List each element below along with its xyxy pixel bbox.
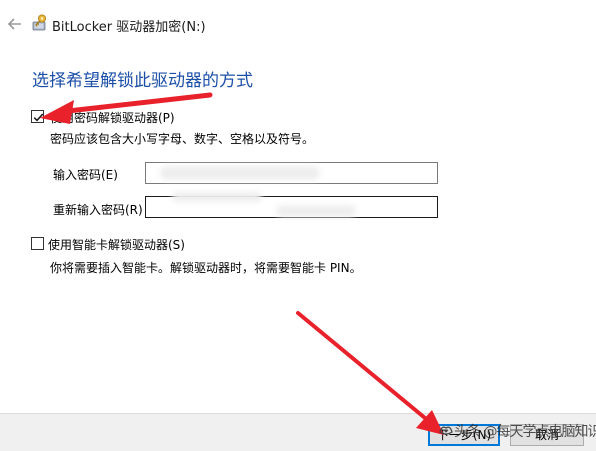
reenter-password-label: 重新输入密码(R) — [53, 203, 143, 217]
page-heading: 选择希望解锁此驱动器的方式 — [32, 71, 253, 91]
watermark: 头条 @每天学点电脑知识 — [438, 418, 596, 444]
bitlocker-key-icon — [32, 14, 46, 31]
title-bar: BitLocker 驱动器加密(N:) — [0, 0, 596, 44]
smartcard-description-text: 你将需要插入智能卡。解锁驱动器时，将需要智能卡 PIN。 — [50, 261, 362, 275]
privacy-blur — [160, 166, 320, 180]
window-title: BitLocker 驱动器加密(N:) — [52, 20, 206, 35]
watermark-text: 头条 @每天学点电脑知识 — [454, 424, 596, 440]
password-requirements-text: 密码应该包含大小写字母、数字、空格以及符号。 — [50, 132, 315, 146]
password-option-label[interactable]: 使用密码解锁驱动器(P) — [50, 109, 175, 126]
back-arrow-icon[interactable] — [6, 15, 24, 33]
password-checkbox[interactable] — [31, 110, 44, 123]
enter-password-label: 输入密码(E) — [53, 168, 118, 182]
privacy-blur — [172, 192, 262, 202]
toutiao-logo-icon — [439, 426, 453, 435]
checkmark-icon — [33, 113, 44, 122]
privacy-blur — [276, 205, 356, 217]
smartcard-checkbox[interactable] — [31, 237, 44, 250]
smartcard-option-label[interactable]: 使用智能卡解锁驱动器(S) — [48, 236, 185, 253]
